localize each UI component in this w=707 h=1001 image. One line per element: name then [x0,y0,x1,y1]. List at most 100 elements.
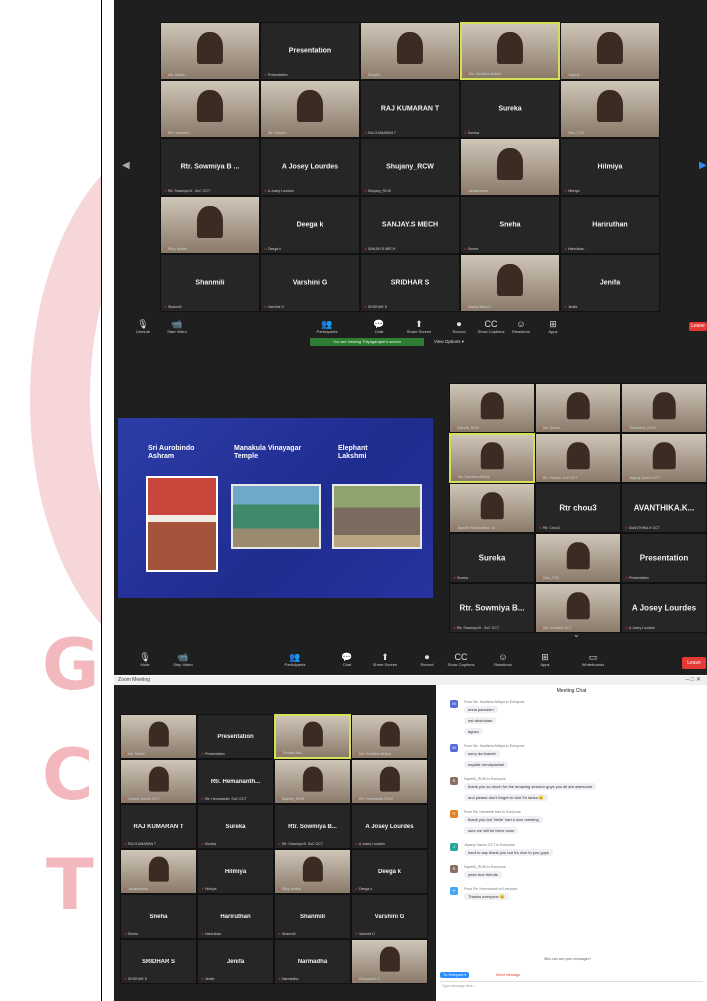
participant-tile[interactable]: Sureka Sureka [197,804,274,849]
toolbar-button-unmute[interactable]: 🎙 Unmute [128,320,158,335]
participant-tile[interactable]: RAJ KUMARAN T RAJ KUMARAN T [360,80,460,138]
toolbar-button-reactions[interactable]: ☺ Reactions [506,320,536,335]
participant-tile[interactable]: Rtr. Sowmiya B ... Rtr. Sowmiya B - SoC G… [160,138,260,196]
toolbar-button-reactions[interactable]: ☺ Reactions [486,653,520,668]
participant-tile[interactable]: Rtr. Hemananth... Rtr. Hemananth. SoC GCT [197,759,274,804]
participant-tile[interactable]: Shanmili Shanmili [160,254,260,312]
participant-tile[interactable]: Presentation Presentation [260,22,360,80]
who-can-see-link[interactable]: Who can see your messages? [544,957,591,961]
participant-tile[interactable]: Sneha Sneha [460,196,560,254]
participant-tile[interactable]: Presentation Presentation [197,714,274,759]
chat-input-area[interactable]: Type message here... [440,981,703,992]
participant-tile[interactable]: Ritvy Hiraka [160,196,260,254]
direct-message-link[interactable]: Direct Message [496,973,520,977]
participant-tile[interactable]: Vinu_TCN [560,80,660,138]
toolbar-button-record[interactable]: ⏺ Record [444,320,474,335]
participant-tile[interactable]: AVANTHIKA.K... AVANTHIKA.K GCT [621,483,707,533]
participant-tile[interactable]: Ms. Hanifsha Athilya [351,714,428,759]
toolbar-button-whiteboards[interactable]: ▭ Whiteboards [576,653,610,668]
participant-tile[interactable]: Vinu_TCN [535,533,621,583]
participant-tile[interactable]: Hilmiya Hilmiya [197,849,274,894]
participant-tile[interactable]: Shujany_RCW Shujany_RCW [360,138,460,196]
toolbar-button-mute[interactable]: 🎙 Mute [128,653,162,668]
participant-tile[interactable]: SRIDHAR S SRIDHAR S [120,939,197,984]
participant-tile[interactable]: Jeyaraj ... [560,22,660,80]
participant-tile[interactable]: A Josey Lourdes A Josey Lourdes [351,804,428,849]
participant-tile[interactable]: Sajeeth_RCW [274,759,351,804]
participant-tile[interactable]: RAJ KUMARAN T RAJ KUMARAN T [120,804,197,849]
participant-tile[interactable]: Dhivyasree S [351,939,428,984]
toolbar-button-share-screen[interactable]: ⬆ Share Screen [368,653,402,668]
scroll-down-icon[interactable]: ⌄ [573,630,580,639]
toolbar-button-apps[interactable]: ⊞ Apps [538,320,568,335]
toolbar-button-show-captions[interactable]: CC Show Captions [444,653,478,668]
participant-tile[interactable]: Ms. Hanifsha Athilya [449,433,535,483]
participant-tile[interactable]: A Josey Lourdes A Josey Lourdes [260,138,360,196]
participant-tile[interactable]: Presentation Presentation [621,533,707,583]
participant-tile[interactable]: Deega k Deega k [351,849,428,894]
participant-video-icon [496,264,524,297]
participant-tile[interactable]: Ma. Selam ... [535,383,621,433]
participant-tile[interactable]: Hariruthan Hariruthan [560,196,660,254]
toolbar-button-share-screen[interactable]: ⬆ Share Screen [404,320,434,335]
participant-tile[interactable]: Jeyaraj Sachin GCT [120,759,197,804]
participant-tile[interactable]: Shanmili Shanmili [274,894,351,939]
participant-tile[interactable]: Ms. Hanifsha GCT [535,583,621,633]
participant-tile[interactable]: Jenifa Jenifa [197,939,274,984]
toolbar-button-stop-video[interactable]: 📹 Stop Video [166,653,200,668]
to-everyone-dropdown[interactable]: To: Everyone ▾ [440,972,470,978]
participant-tile[interactable]: Sureka Sureka [449,533,535,583]
toolbar-button-start-video[interactable]: 📹 Start Video [162,320,192,335]
toolbar-label: Reactions [512,329,530,334]
participant-tile[interactable]: Rtr. Hemananth RCW [351,759,428,804]
participant-tile[interactable]: Srivathi Mal... [274,714,351,759]
participant-tile[interactable]: Rtr chou3 Rtr. Chou3 [535,483,621,533]
participant-tile[interactable]: Sneha Sneha [120,894,197,939]
participant-tile[interactable]: Jenifa Jenifa [560,254,660,312]
participant-tile[interactable]: Rtr. Hameeth... [160,80,260,138]
participant-tile[interactable]: Ritvy Hiraka [274,849,351,894]
participant-tile[interactable]: Ma. Selam... [160,22,260,80]
participant-tile[interactable]: Varshini G Varshini G [351,894,428,939]
participant-tile[interactable]: Thamizhta_RCW [621,383,707,433]
toolbar-label: Stop Video [173,662,193,667]
participant-tile[interactable]: Jayanthi Mathivathan, M... [449,483,535,533]
participant-tile[interactable]: Rtr. Harrish... [260,80,360,138]
toolbar-button-chat[interactable]: 💬 Chat [330,653,364,668]
participant-tile[interactable]: Hariruthan Hariruthan [197,894,274,939]
toolbar-button-participants[interactable]: 👥 Participants [312,320,342,335]
participant-tile[interactable]: A Josey Lourdes A Josey Lourdes [621,583,707,633]
toolbar-button-show-captions[interactable]: CC Show Captions [476,320,506,335]
leave-button[interactable]: Leave [689,322,707,331]
participant-tile[interactable]: Madha Mitra S [460,254,560,312]
participant-tile[interactable]: Janakiraman ... [460,138,560,196]
participant-tile[interactable]: Deega k Deega k [260,196,360,254]
toolbar-button-chat[interactable]: 💬 Chat [364,320,394,335]
leave-button[interactable]: Leave [682,657,706,669]
participant-tile[interactable]: Srivathi... [360,22,460,80]
participant-tile[interactable]: Sajeeth_RCW [449,383,535,433]
participant-tile[interactable]: Ms. Hanifsha Athilya [460,22,560,80]
participant-tile[interactable]: Rtr. Sowmiya B... Rtr. Sowmiya B. SoC GCT [274,804,351,849]
participant-tile[interactable]: Janakiraman ... [120,849,197,894]
toolbar-label: Start Video [167,329,187,334]
toolbar-button-record[interactable]: ⏺ Record [410,653,444,668]
next-page-arrow-icon[interactable]: ▶ [699,160,707,171]
participant-tile[interactable]: Sureka Sureka [460,80,560,138]
participant-label: A Josey Lourdes [264,189,294,193]
view-options-button[interactable]: View Options ▾ [434,339,464,345]
participant-tile[interactable]: Narmadha Narmadha [274,939,351,984]
window-controls-icon[interactable]: – □ ✕ [686,676,701,683]
participant-tile[interactable]: Varshini G Varshini G [260,254,360,312]
participant-label: Ma. Selam ... [539,426,564,430]
toolbar-button-participants[interactable]: 👥 Participants [278,653,312,668]
participant-tile[interactable]: Rtr. Sowmiya B... Rtr. Sowmiya B - SoC GC… [449,583,535,633]
participant-tile[interactable]: SRIDHAR S SRIDHAR S [360,254,460,312]
participant-tile[interactable]: Rtr. Harrish. SoC GCT [535,433,621,483]
participant-tile[interactable]: Hilmiya Hilmiya [560,138,660,196]
participant-tile[interactable]: Ma. Selam [120,714,197,759]
participant-tile[interactable]: Jeyaraj Sachin GCT [621,433,707,483]
previous-page-arrow-icon[interactable]: ◀ [122,160,130,171]
participant-tile[interactable]: SANJAY.S MECH SANJAY.S MECH [360,196,460,254]
toolbar-button-apps[interactable]: ⊞ Apps [528,653,562,668]
